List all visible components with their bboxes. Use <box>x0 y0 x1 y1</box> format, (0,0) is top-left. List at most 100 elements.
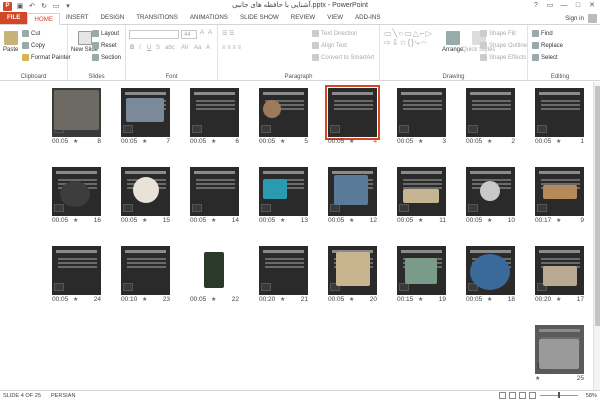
slide-preview[interactable] <box>121 88 170 137</box>
animation-star-icon[interactable]: ★ <box>349 296 354 303</box>
slide-preview[interactable] <box>535 246 584 295</box>
shrink-font-icon[interactable]: A <box>208 30 212 36</box>
save-icon[interactable]: ▣ <box>16 2 24 10</box>
animation-star-icon[interactable]: ★ <box>73 296 78 303</box>
slide-thumbnail[interactable]: 00:05 ★ 5 <box>259 88 308 145</box>
slide-thumbnail[interactable]: ★ 25 <box>535 325 584 382</box>
tab-transitions[interactable]: TRANSITIONS <box>130 12 184 24</box>
animation-star-icon[interactable]: ★ <box>142 217 147 224</box>
slide-preview[interactable] <box>466 88 515 137</box>
animation-star-icon[interactable]: ★ <box>211 217 216 224</box>
align-text-button[interactable]: Align Text <box>312 42 347 49</box>
animation-star-icon[interactable]: ★ <box>535 375 540 382</box>
slide-thumbnail[interactable]: 00:15 ★ 19 <box>397 246 446 303</box>
slide-sorter-view-icon[interactable] <box>509 392 516 399</box>
slide-thumbnail[interactable]: 00:05 ★ 8 <box>52 88 101 145</box>
italic-icon[interactable]: I <box>139 45 141 51</box>
find-button[interactable]: Find <box>532 30 553 37</box>
tab-add-ins[interactable]: ADD-INS <box>349 12 386 24</box>
shape-fill-button[interactable]: Shape Fill <box>480 30 516 37</box>
language-indicator[interactable]: PERSIAN <box>51 393 76 399</box>
account-icon[interactable] <box>588 14 597 23</box>
reset-button[interactable]: Reset <box>92 42 117 49</box>
font-name-box[interactable] <box>129 30 179 39</box>
slide-thumbnail[interactable]: 00:05 ★ 12 <box>328 167 377 224</box>
cut-button[interactable]: Cut <box>22 30 40 37</box>
slide-thumbnail[interactable]: 00:05 ★ 4 <box>325 85 380 145</box>
slide-preview[interactable] <box>328 246 377 295</box>
format-painter-button[interactable]: Format Painter <box>22 54 71 61</box>
shadow-icon[interactable]: S <box>156 45 160 51</box>
slide-preview[interactable] <box>325 85 380 140</box>
ribbon-display-button[interactable]: ▭ <box>544 0 556 10</box>
slide-preview[interactable] <box>190 246 239 295</box>
slide-preview[interactable] <box>259 167 308 216</box>
slide-thumbnail[interactable]: 00:05 ★ 1 <box>535 88 584 145</box>
slide-preview[interactable] <box>535 88 584 137</box>
animation-star-icon[interactable]: ★ <box>487 296 492 303</box>
tab-review[interactable]: REVIEW <box>285 12 321 24</box>
help-button[interactable]: ? <box>530 0 542 10</box>
start-slideshow-icon[interactable]: ▭ <box>52 2 60 10</box>
slide-preview[interactable] <box>535 325 584 374</box>
tab-view[interactable]: VIEW <box>321 12 349 24</box>
slide-preview[interactable] <box>52 88 101 137</box>
slide-preview[interactable] <box>397 246 446 295</box>
slide-preview[interactable] <box>328 167 377 216</box>
slide-thumbnail[interactable]: 00:05 ★ 20 <box>328 246 377 303</box>
tab-home[interactable]: HOME <box>27 13 60 25</box>
slide-preview[interactable] <box>190 167 239 216</box>
slide-thumbnail[interactable]: 00:05 ★ 6 <box>190 88 239 145</box>
scrollbar-thumb[interactable] <box>595 86 600 326</box>
customize-qat-icon[interactable]: ▾ <box>64 2 72 10</box>
tab-file[interactable]: FILE <box>0 12 28 24</box>
slide-thumbnail[interactable]: 00:05 ★ 16 <box>52 167 101 224</box>
grow-font-icon[interactable]: A <box>200 30 204 36</box>
slide-thumbnail[interactable]: 00:17 ★ 9 <box>535 167 584 224</box>
sign-in-link[interactable]: Sign in <box>565 15 584 22</box>
maximize-button[interactable]: □ <box>572 0 584 10</box>
animation-star-icon[interactable]: ★ <box>487 217 492 224</box>
slide-thumbnail[interactable]: 00:05 ★ 15 <box>121 167 170 224</box>
slide-preview[interactable] <box>259 88 308 137</box>
animation-star-icon[interactable]: ★ <box>142 296 147 303</box>
animation-star-icon[interactable]: ★ <box>418 296 423 303</box>
animation-star-icon[interactable]: ★ <box>418 217 423 224</box>
tab-insert[interactable]: INSERT <box>60 12 95 24</box>
animation-star-icon[interactable]: ★ <box>556 138 561 145</box>
slide-preview[interactable] <box>466 167 515 216</box>
slide-preview[interactable] <box>397 88 446 137</box>
slide-thumbnail[interactable]: 00:20 ★ 17 <box>535 246 584 303</box>
change-case-icon[interactable]: Aa <box>194 45 201 51</box>
animation-star-icon[interactable]: ★ <box>556 296 561 303</box>
slide-preview[interactable] <box>52 246 101 295</box>
slide-thumbnail[interactable]: 00:05 ★ 2 <box>466 88 515 145</box>
slideshow-view-icon[interactable] <box>529 392 536 399</box>
char-spacing-icon[interactable]: AV <box>181 45 189 51</box>
redo-icon[interactable]: ↻ <box>40 2 48 10</box>
slide-preview[interactable] <box>259 246 308 295</box>
animation-star-icon[interactable]: ★ <box>280 296 285 303</box>
reading-view-icon[interactable] <box>519 392 526 399</box>
slide-preview[interactable] <box>397 167 446 216</box>
shapes-gallery[interactable]: ▭╲○▭△⌐▷ ⇨⇩☆{}⤷⌒ <box>384 29 433 48</box>
animation-star-icon[interactable]: ★ <box>73 217 78 224</box>
font-color-icon[interactable]: A <box>206 45 210 51</box>
replace-button[interactable]: Replace <box>532 42 563 49</box>
select-button[interactable]: Select <box>532 54 558 61</box>
animation-star-icon[interactable]: ★ <box>556 217 561 224</box>
animation-star-icon[interactable]: ★ <box>349 138 354 145</box>
slide-thumbnail[interactable]: 00:05 ★ 11 <box>397 167 446 224</box>
animation-star-icon[interactable]: ★ <box>142 138 147 145</box>
slide-preview[interactable] <box>121 167 170 216</box>
convert-smartart-button[interactable]: Convert to SmartArt <box>312 54 374 61</box>
animation-star-icon[interactable]: ★ <box>349 217 354 224</box>
animation-star-icon[interactable]: ★ <box>211 296 216 303</box>
animation-star-icon[interactable]: ★ <box>73 138 78 145</box>
shape-effects-button[interactable]: Shape Effects <box>480 54 526 61</box>
arrange-button[interactable]: Arrange <box>442 31 463 53</box>
slide-preview[interactable] <box>121 246 170 295</box>
slide-thumbnail[interactable]: 00:05 ★ 14 <box>190 167 239 224</box>
align-icon[interactable]: ≡ ≡ ≡ ≡ <box>222 45 241 51</box>
slide-thumbnail[interactable]: 00:20 ★ 21 <box>259 246 308 303</box>
